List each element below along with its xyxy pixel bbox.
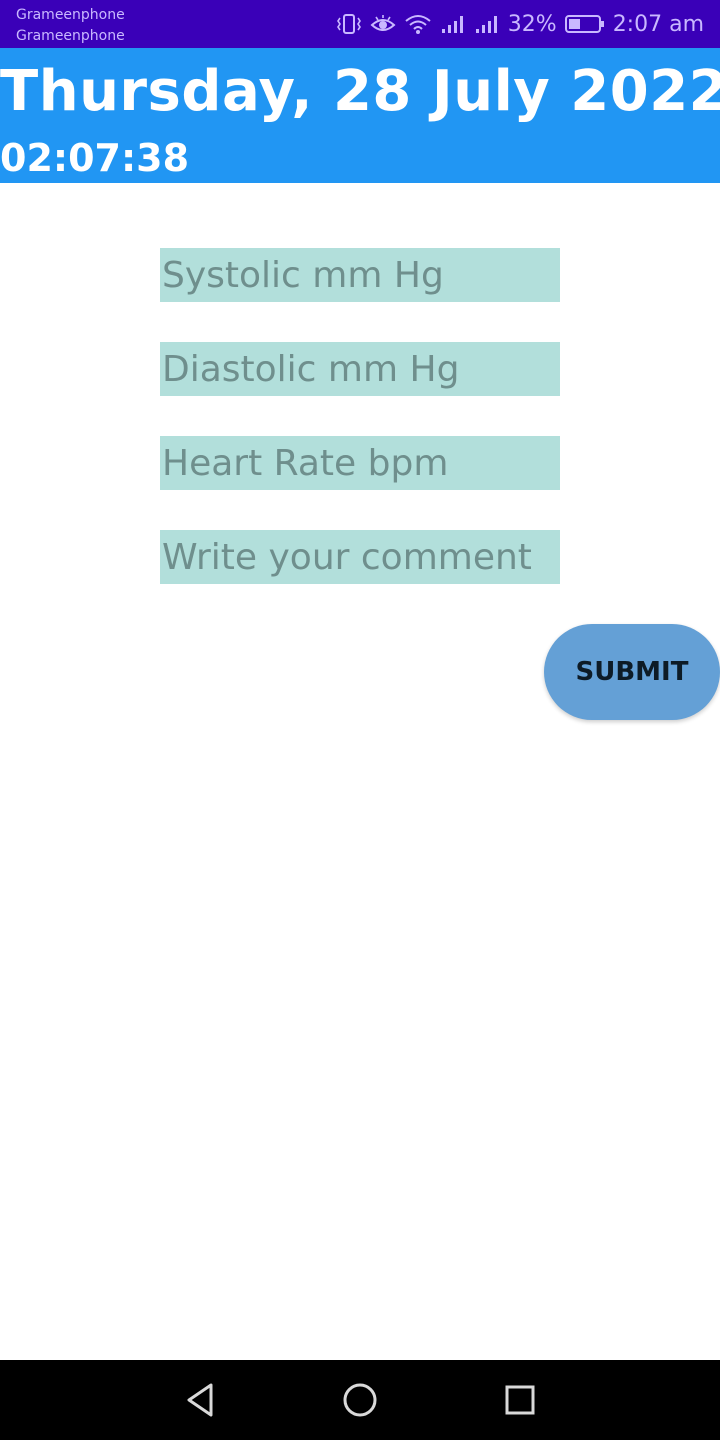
recents-icon[interactable]	[500, 1380, 540, 1420]
status-bar: Grameenphone Grameenphone 32% 2:07 am	[0, 0, 720, 48]
carrier-info: Grameenphone Grameenphone	[16, 5, 125, 47]
signal-icon	[440, 13, 466, 35]
wifi-icon	[404, 13, 432, 35]
battery-icon	[564, 13, 605, 35]
eye-icon	[370, 13, 396, 35]
home-icon[interactable]	[340, 1380, 380, 1420]
date-time-header: Thursday, 28 July 2022 02:07:38	[0, 48, 720, 183]
status-clock: 2:07 am	[612, 11, 704, 37]
submit-button[interactable]: SUBMIT	[544, 624, 720, 720]
carrier-2: Grameenphone	[16, 28, 125, 44]
carrier-1: Grameenphone	[16, 7, 125, 23]
status-icons: 32% 2:07 am	[336, 0, 704, 48]
vibrate-icon	[336, 13, 362, 35]
back-icon[interactable]	[180, 1380, 220, 1420]
signal-icon-2	[474, 13, 500, 35]
systolic-input[interactable]	[160, 248, 560, 302]
navigation-bar	[0, 1360, 720, 1440]
heart-rate-input[interactable]	[160, 436, 560, 490]
diastolic-input[interactable]	[160, 342, 560, 396]
current-time: 02:07:38	[0, 136, 190, 180]
comment-input[interactable]	[160, 530, 560, 584]
battery-percent: 32%	[507, 11, 557, 37]
current-date: Thursday, 28 July 2022	[0, 59, 720, 124]
